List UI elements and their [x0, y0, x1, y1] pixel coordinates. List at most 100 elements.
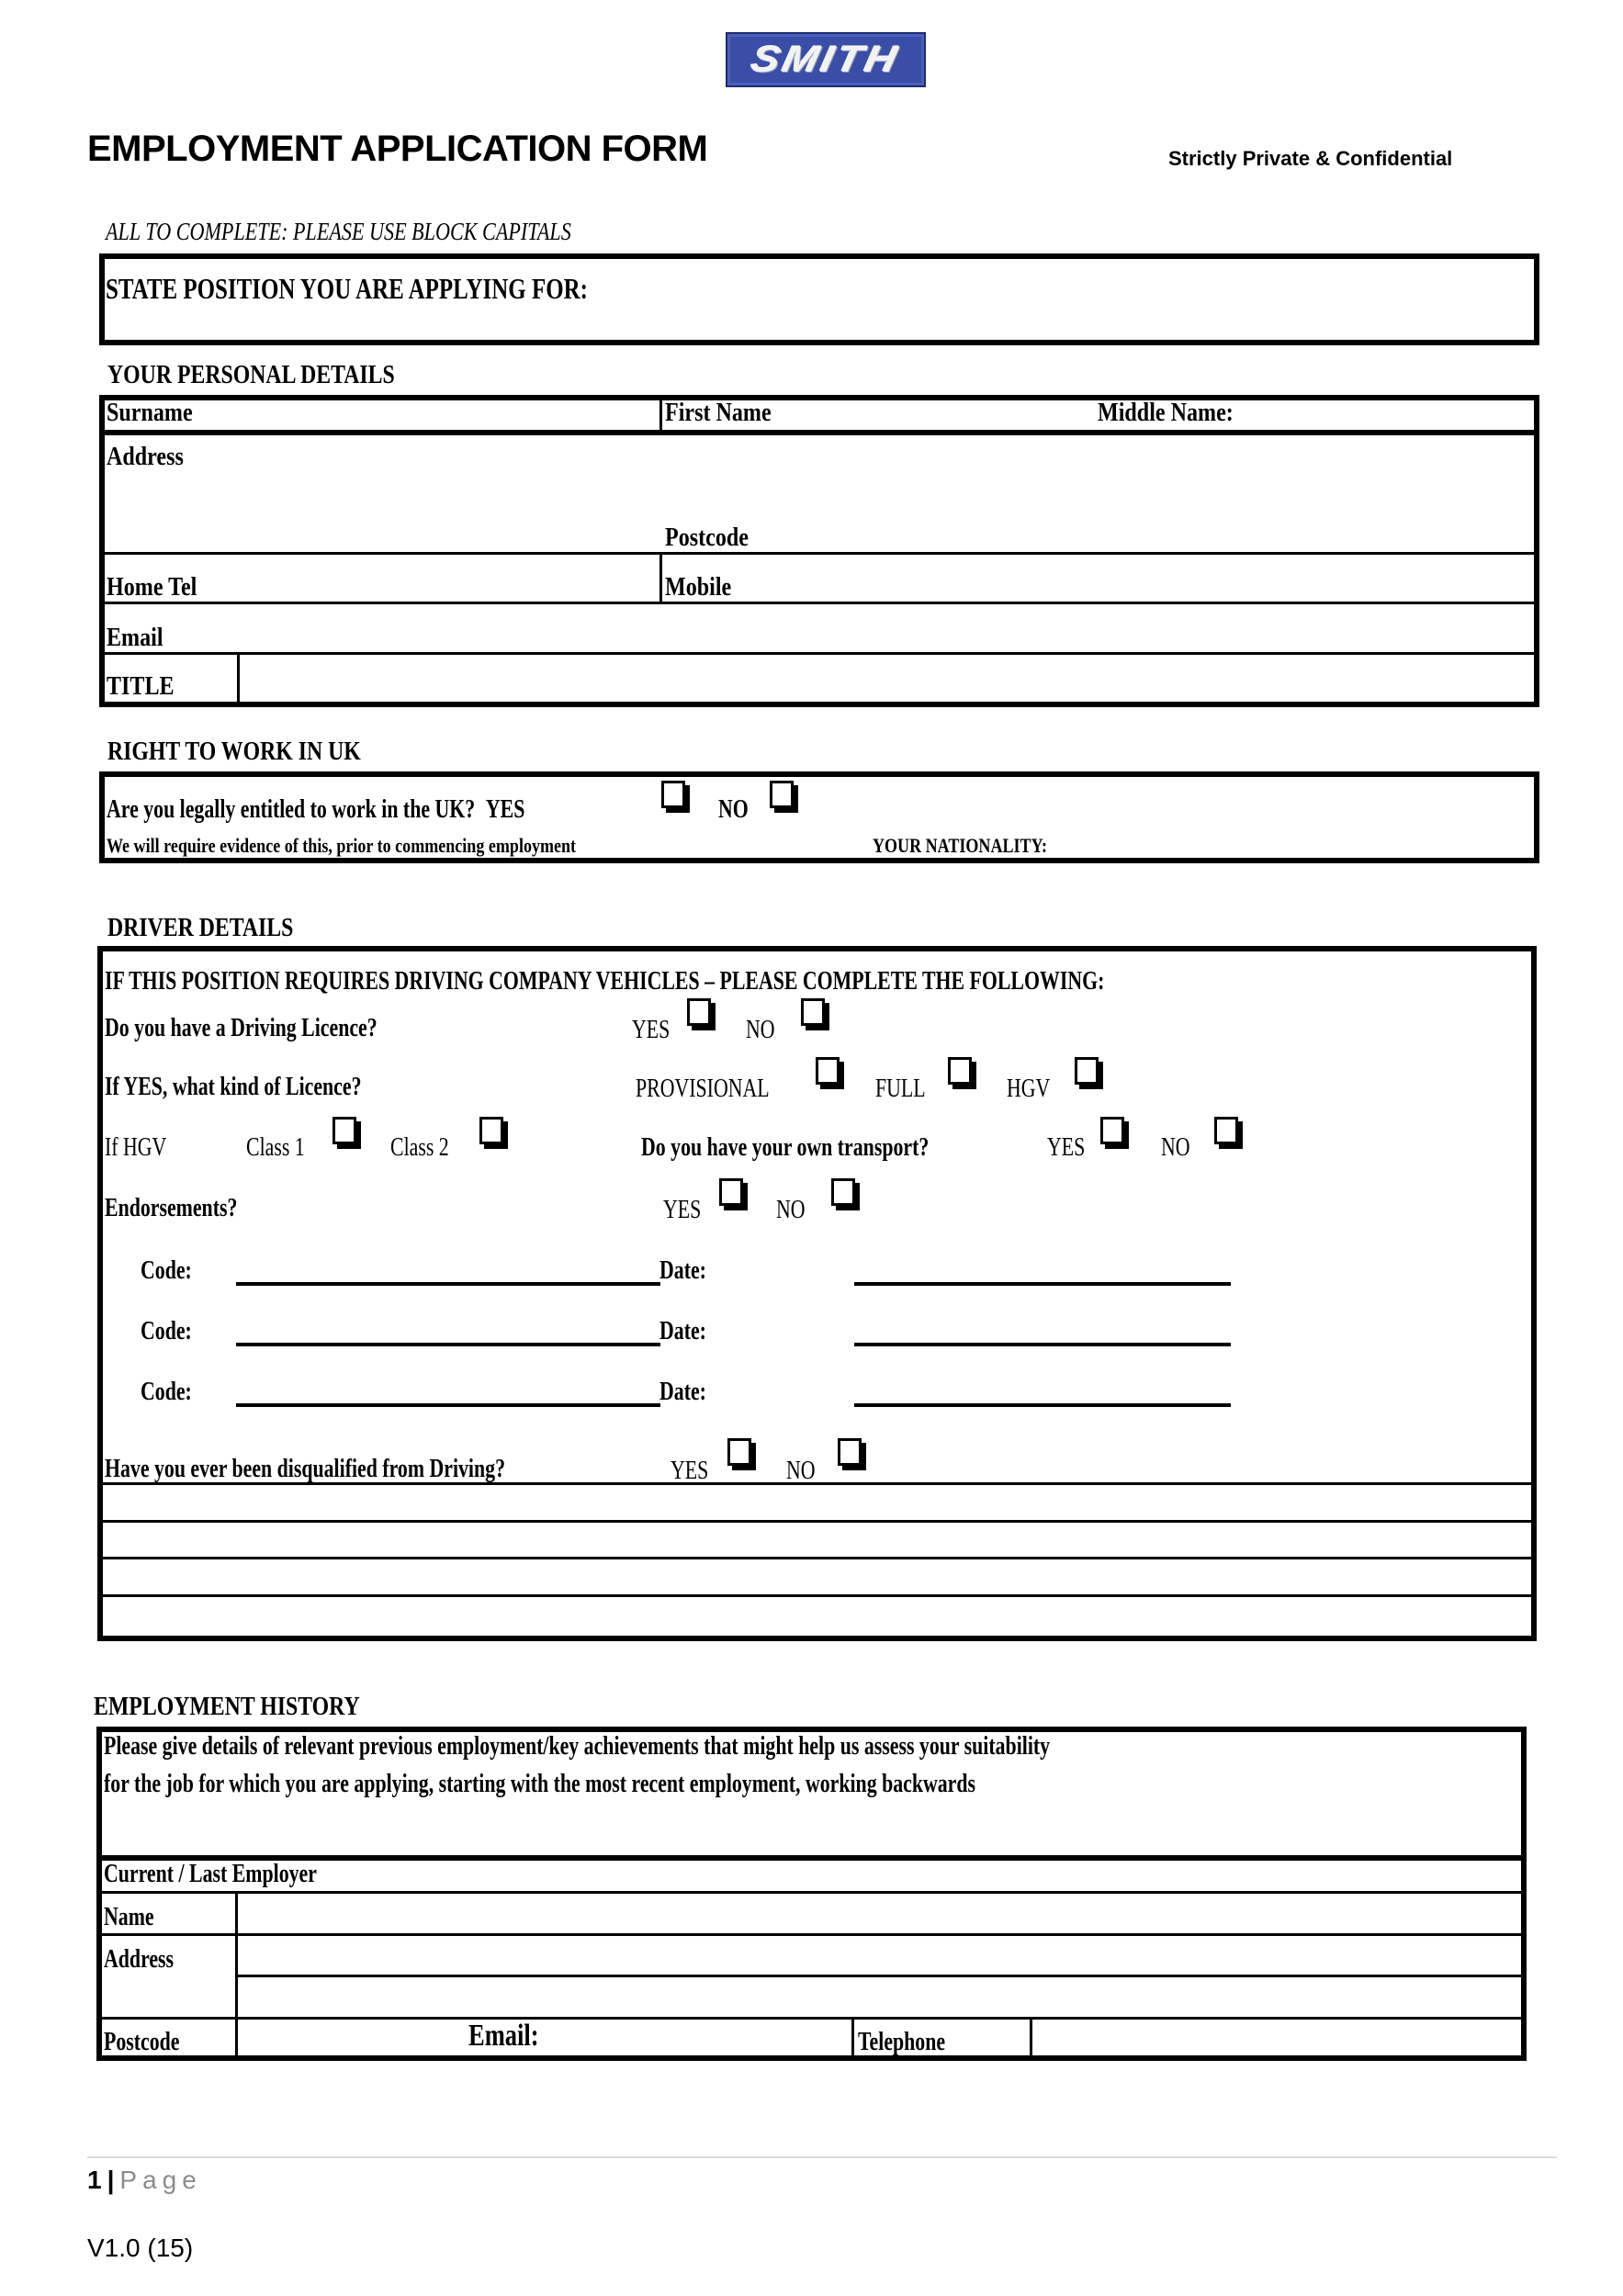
no-label: NO [776, 1196, 806, 1224]
version-label: V1.0 (15) [87, 2234, 194, 2262]
employment-intro-line2: for the job for which you are applying, … [104, 1770, 976, 1798]
transport-yes-checkbox[interactable] [1100, 1117, 1124, 1144]
evidence-note: We will require evidence of this, prior … [107, 834, 577, 857]
employer-address-label: Address [104, 1945, 175, 1974]
code-label: Code: [141, 1256, 192, 1285]
logo-text: SMITH [748, 39, 904, 80]
personal-details-table [99, 395, 1539, 707]
middle-name-field[interactable]: Middle Name: [1098, 399, 1234, 428]
endorsements-question: Endorsements? [105, 1194, 238, 1222]
surname-field[interactable]: Surname [107, 399, 193, 428]
nationality-field[interactable]: YOUR NATIONALITY: [873, 834, 1047, 858]
employment-intro-line1: Please give details of relevant previous… [104, 1732, 1051, 1761]
employer-name-field[interactable] [241, 1896, 1521, 1932]
yes-label: YES [485, 795, 525, 824]
divider [237, 654, 240, 703]
employment-history-heading: EMPLOYMENT HISTORY [94, 1692, 360, 1721]
page-number-value: 1 [87, 2166, 102, 2194]
divider [96, 1933, 1527, 1936]
page-separator: | [107, 2166, 115, 2194]
code-label: Code: [141, 1317, 192, 1345]
divider [659, 399, 662, 432]
driver-intro: IF THIS POSITION REQUIRES DRIVING COMPAN… [105, 967, 1105, 996]
class1-label: Class 1 [246, 1133, 305, 1162]
code-label: Code: [141, 1378, 192, 1406]
provisional-label: PROVISIONAL [636, 1075, 770, 1103]
right-to-work-yes-checkbox[interactable] [661, 781, 685, 808]
no-label: NO [746, 1016, 775, 1044]
hgv-checkbox[interactable] [1075, 1057, 1099, 1085]
transport-no-checkbox[interactable] [1214, 1117, 1238, 1144]
no-label: NO [718, 795, 749, 824]
own-transport-question: Do you have your own transport? [641, 1133, 930, 1162]
right-to-work-no-checkbox[interactable] [770, 781, 794, 808]
personal-details-heading: YOUR PERSONAL DETAILS [107, 360, 395, 389]
employer-telephone-field[interactable] [1035, 2020, 1521, 2057]
disqualified-no-checkbox[interactable] [838, 1438, 862, 1466]
endorsements-yes-checkbox[interactable] [719, 1178, 743, 1206]
divider [851, 2019, 854, 2058]
code-input[interactable] [236, 1343, 660, 1346]
if-hgv-label: If HGV [105, 1133, 167, 1162]
divider [1030, 2019, 1032, 2058]
employer-telephone-label: Telephone [858, 2028, 946, 2056]
employer-email-label: Email: [468, 2019, 539, 2053]
licence-yes-checkbox[interactable] [687, 998, 711, 1026]
first-name-field[interactable]: First Name [665, 399, 772, 428]
divider [659, 554, 662, 603]
employer-postcode-label: Postcode [104, 2028, 180, 2056]
current-last-employer-label: Current / Last Employer [104, 1860, 317, 1888]
yes-label: YES [663, 1196, 702, 1224]
divider [235, 1893, 238, 2058]
date-input[interactable] [854, 1282, 1231, 1286]
divider [96, 2017, 1527, 2020]
licence-question: Do you have a Driving Licence? [105, 1014, 378, 1042]
home-tel-field[interactable]: Home Tel [107, 573, 197, 602]
divider [99, 602, 1539, 604]
date-input[interactable] [854, 1403, 1231, 1407]
full-label: FULL [875, 1075, 926, 1103]
position-label: STATE POSITION YOU ARE APPLYING FOR: [106, 272, 588, 305]
confidential-notice: Strictly Private & Confidential [1168, 147, 1453, 170]
date-input[interactable] [854, 1343, 1231, 1346]
right-to-work-heading: RIGHT TO WORK IN UK [107, 737, 361, 766]
employer-address-field[interactable] [241, 1938, 1521, 2015]
question-text: Are you legally entitled to work in the … [107, 795, 476, 824]
licence-kind-question: If YES, what kind of Licence? [105, 1073, 362, 1101]
driver-details-heading: DRIVER DETAILS [107, 913, 294, 942]
disqualification-details-field[interactable] [103, 1486, 1531, 1633]
code-input[interactable] [236, 1403, 660, 1407]
class2-checkbox[interactable] [479, 1117, 503, 1144]
divider [99, 652, 1539, 655]
email-field[interactable]: Email [107, 624, 163, 653]
provisional-checkbox[interactable] [816, 1057, 840, 1085]
legally-entitled-question: Are you legally entitled to work in the … [107, 795, 524, 825]
date-label: Date: [659, 1256, 706, 1285]
employer-name-label: Name [104, 1903, 154, 1931]
disqualified-yes-checkbox[interactable] [727, 1438, 751, 1466]
address-field[interactable]: Address [107, 443, 184, 472]
company-logo: SMITH [726, 32, 926, 87]
date-label: Date: [659, 1317, 706, 1345]
yes-label: YES [632, 1016, 671, 1044]
date-label: Date: [659, 1378, 706, 1406]
footer-rule [87, 2156, 1557, 2158]
postcode-field[interactable]: Postcode [665, 523, 749, 553]
full-checkbox[interactable] [948, 1057, 972, 1085]
block-capitals-instruction: ALL TO COMPLETE: PLEASE USE BLOCK CAPITA… [106, 218, 571, 245]
class1-checkbox[interactable] [332, 1117, 356, 1144]
divider [99, 430, 1539, 435]
title-field[interactable]: TITLE [107, 672, 175, 702]
yes-label: YES [1047, 1133, 1086, 1162]
disqualified-question: Have you ever been disqualified from Dri… [105, 1455, 505, 1483]
divider [96, 1891, 1527, 1894]
class2-label: Class 2 [390, 1133, 449, 1162]
details-line [97, 1482, 1537, 1485]
divider [99, 552, 1539, 555]
code-input[interactable] [236, 1282, 660, 1286]
licence-no-checkbox[interactable] [801, 998, 825, 1026]
hgv-label: HGV [1007, 1075, 1051, 1103]
mobile-field[interactable]: Mobile [665, 573, 731, 602]
endorsements-no-checkbox[interactable] [831, 1178, 855, 1206]
no-label: NO [1161, 1133, 1190, 1162]
